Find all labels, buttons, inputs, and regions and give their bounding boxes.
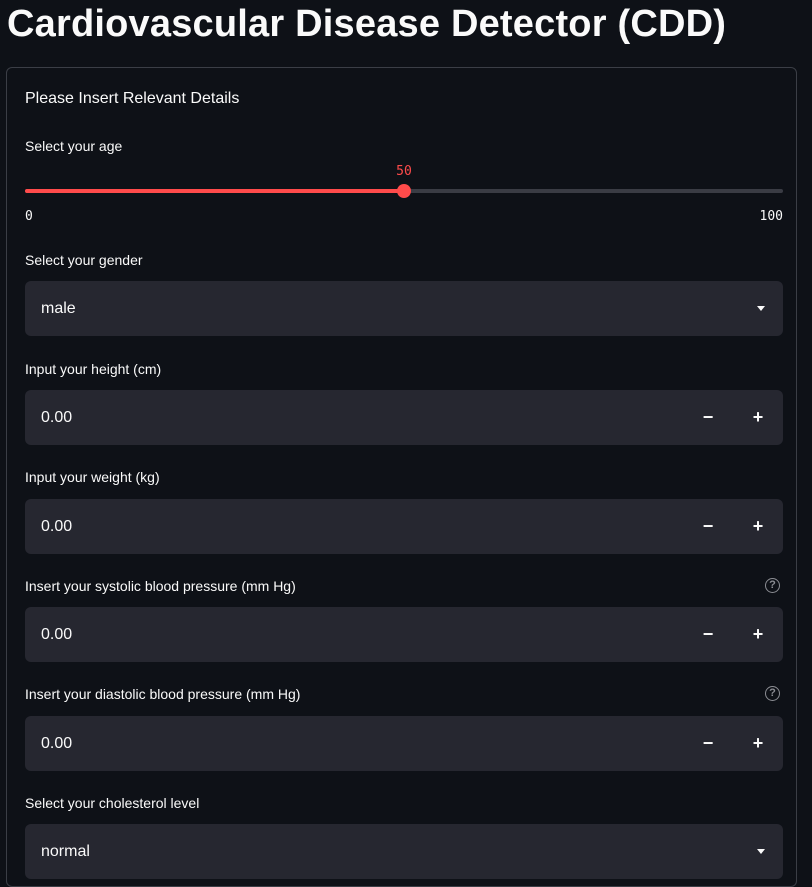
age-slider-thumb[interactable] [397,184,411,198]
weight-decrement-button[interactable]: − [683,499,733,554]
age-slider[interactable]: 50 [25,164,783,198]
weight-increment-button[interactable]: + [733,499,783,554]
chevron-down-icon [757,306,765,311]
weight-value: 0.00 [41,518,73,535]
weight-input[interactable]: 0.00 − + [25,499,783,554]
gender-selected-value: male [41,300,76,317]
height-label: Input your height (cm) [25,361,162,377]
age-slider-fill [25,189,404,193]
cholesterol-selected-value: normal [41,843,90,860]
diastolic-increment-button[interactable]: + [733,716,783,771]
gender-label: Select your gender [25,252,143,268]
diastolic-label: Insert your diastolic blood pressure (mm… [25,686,301,702]
chevron-down-icon [757,849,765,854]
diastolic-decrement-button[interactable]: − [683,716,733,771]
help-icon[interactable]: ? [765,686,780,701]
age-min-label: 0 [25,209,33,224]
details-form: Please Insert Relevant Details Select yo… [6,67,797,887]
height-input[interactable]: 0.00 − + [25,390,783,445]
gender-select[interactable]: male [25,281,783,336]
page-title: Cardiovascular Disease Detector (CDD) [7,3,727,45]
systolic-label: Insert your systolic blood pressure (mm … [25,578,296,594]
systolic-decrement-button[interactable]: − [683,607,733,662]
systolic-increment-button[interactable]: + [733,607,783,662]
cholesterol-label: Select your cholesterol level [25,795,200,811]
help-icon[interactable]: ? [765,578,780,593]
systolic-input[interactable]: 0.00 − + [25,607,783,662]
height-value: 0.00 [41,409,73,426]
cholesterol-select[interactable]: normal [25,824,783,879]
height-increment-button[interactable]: + [733,390,783,445]
diastolic-input[interactable]: 0.00 − + [25,716,783,771]
age-label: Select your age [25,138,123,154]
height-decrement-button[interactable]: − [683,390,733,445]
systolic-value: 0.00 [41,626,73,643]
age-max-label: 100 [759,209,783,224]
diastolic-value: 0.00 [41,735,73,752]
age-slider-value: 50 [396,164,412,179]
form-heading: Please Insert Relevant Details [25,90,240,107]
weight-label: Input your weight (kg) [25,469,160,485]
